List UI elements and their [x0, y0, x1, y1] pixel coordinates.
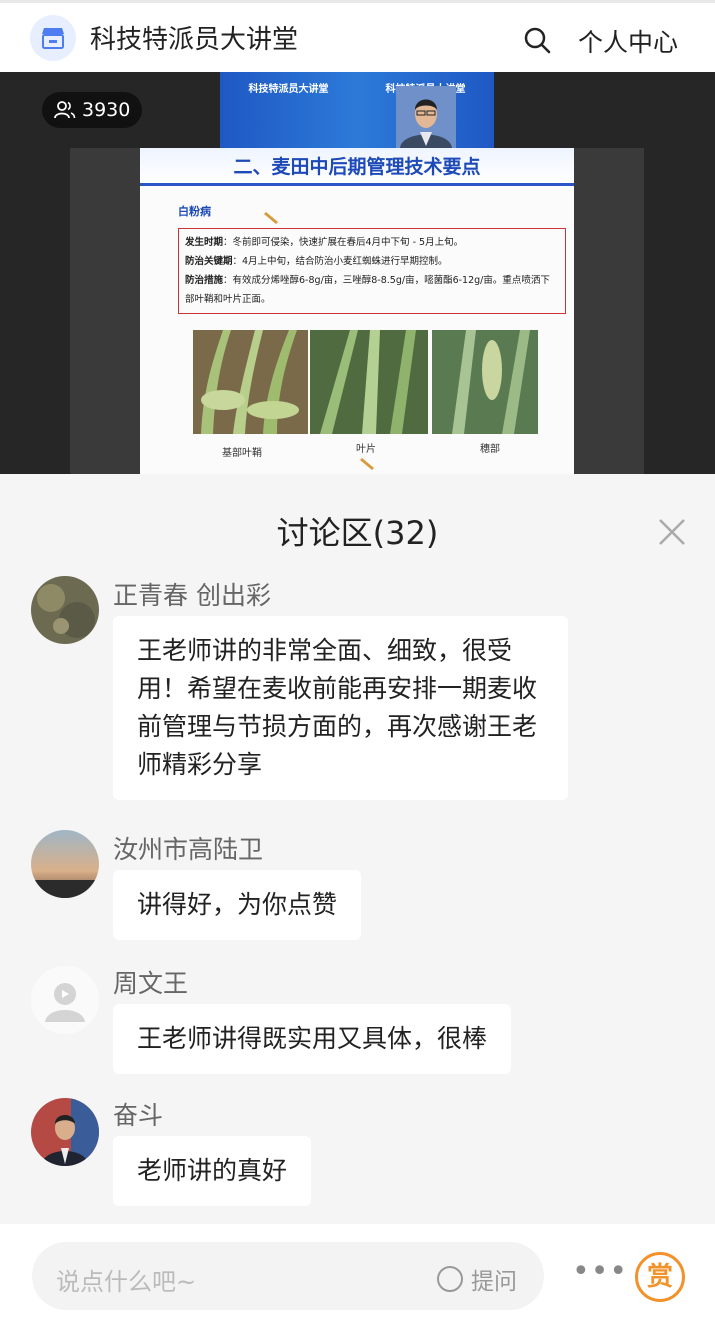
slide-info-box: 发生时期：冬前即可侵染，快速扩展在春后4月中下旬 - 5月上旬。 防治关键期：4…	[178, 228, 566, 314]
presenter-image	[396, 86, 456, 148]
app-title: 科技特派员大讲堂	[90, 25, 299, 55]
avatar[interactable]	[31, 1098, 99, 1166]
comment-bubble: 王老师讲的非常全面、细致，很受用！希望在麦收前能再安排一期麦收前管理与节损方面的…	[113, 616, 568, 800]
comment-input-bar: 说点什么吧~ 提问 ••• 赏	[0, 1224, 715, 1321]
slide-line-1: 发生时期：冬前即可侵染，快速扩展在春后4月中下旬 - 5月上旬。	[185, 237, 464, 248]
viewer-count: 3930	[82, 99, 131, 121]
top-bar: 科技特派员大讲堂 个人中心	[0, 0, 715, 72]
radio-icon	[437, 1266, 463, 1292]
comment-bubble: 讲得好，为你点赞	[113, 870, 362, 940]
photo-label-3: 穗部	[480, 444, 500, 455]
avatar[interactable]	[31, 576, 99, 644]
slide-line-2: 防治关键期：4月上中旬，结合防治小麦红蜘蛛进行早期控制。	[185, 256, 448, 267]
people-icon	[54, 101, 76, 119]
comment-input-placeholder: 说点什么吧~	[56, 1268, 197, 1296]
pencil-icon	[360, 458, 374, 470]
slide-title: 二、麦田中后期管理技术要点	[140, 148, 574, 186]
comment-author: 奋斗	[113, 1101, 164, 1130]
viewer-count-badge: 3930	[42, 92, 143, 128]
avatar[interactable]	[31, 966, 99, 1034]
close-icon[interactable]	[654, 514, 690, 550]
slide-topic: 白粉病	[178, 205, 211, 218]
discussion-panel: 讨论区(32) 正青春 创出彩 王老师讲的非常全面、细致，很受用！希望在麦收前能…	[0, 474, 715, 1224]
photo-label-1: 基部叶鞘	[222, 448, 262, 459]
presentation-slide: 二、麦田中后期管理技术要点 白粉病 发生时期：冬前即可侵染，快速扩展在春后4月中…	[140, 148, 574, 474]
photo-ear	[432, 330, 538, 434]
comment-bubble: 王老师讲得既实用又具体，很棒	[113, 1004, 512, 1074]
store-icon[interactable]	[30, 14, 76, 61]
photo-leaf-sheath	[193, 330, 308, 434]
comment-bubble: 老师讲的真好	[113, 1136, 312, 1206]
more-options-button[interactable]: •••	[572, 1257, 628, 1287]
video-margin-right	[574, 148, 644, 474]
photo-label-2: 叶片	[356, 444, 376, 455]
avatar[interactable]	[31, 830, 99, 898]
comment-author: 汝州市高陆卫	[113, 835, 264, 864]
comment-author: 周文王	[113, 969, 189, 998]
discussion-title: 讨论区(32)	[276, 514, 439, 552]
personal-center-link[interactable]: 个人中心	[578, 23, 678, 59]
photo-leaf	[310, 330, 428, 434]
ask-question-label: 提问	[471, 1269, 517, 1295]
pencil-icon	[264, 212, 278, 224]
video-margin-left	[70, 148, 140, 474]
ask-question-toggle[interactable]: 提问	[437, 1262, 517, 1296]
slide-line-3: 防治措施：有效成分烯唑醇6-8g/亩，三唑醇8-8.5g/亩，嘧菌酯6-12g/…	[185, 275, 550, 305]
comment-input[interactable]: 说点什么吧~ 提问	[32, 1242, 544, 1310]
live-video-player[interactable]: 3930 科技特派员大讲堂 科技特派员大讲堂 二、麦田中后期管理技术要点 白粉病…	[0, 72, 715, 474]
reward-button[interactable]: 赏	[635, 1252, 685, 1302]
banner-title-left: 科技特派员大讲堂	[248, 84, 329, 95]
search-icon[interactable]	[522, 25, 552, 55]
comment-author: 正青春 创出彩	[113, 581, 271, 610]
